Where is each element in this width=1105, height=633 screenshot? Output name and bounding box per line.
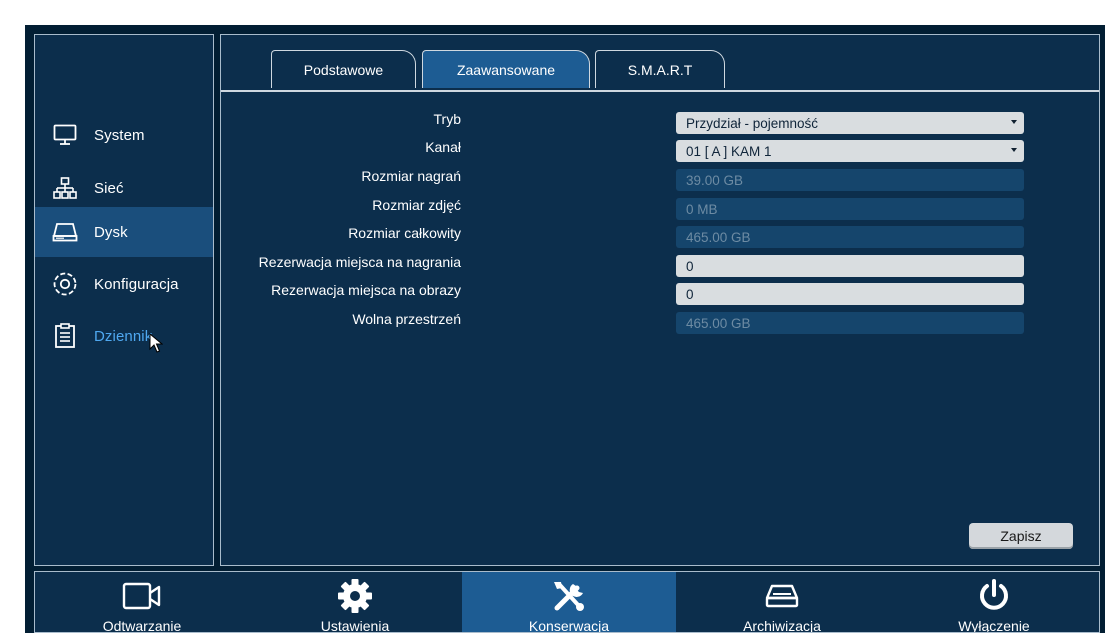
sidebar-item-log[interactable]: Dziennik — [35, 311, 213, 361]
nav-label: Archiwizacja — [743, 618, 821, 633]
chevron-down-icon — [1011, 148, 1017, 152]
nav-label: Wyłączenie — [958, 618, 1030, 633]
picture-size-field: 0 MB — [676, 198, 1024, 220]
recording-size-value: 39.00 GB — [686, 172, 744, 188]
nav-label: Ustawienia — [320, 618, 390, 633]
archive-drive-icon — [765, 578, 799, 614]
bottom-nav-bar: Odtwarzanie Ustawienia Konserwacja Archi… — [34, 571, 1100, 633]
nav-playback[interactable]: Odtwarzanie — [35, 572, 249, 633]
dvr-settings-window: System Sieć Dysk Konfiguracja Dziennik P… — [25, 25, 1105, 633]
total-size-label: Rozmiar całkowity — [348, 225, 461, 241]
monitor-icon — [52, 122, 78, 148]
recording-reserve-input[interactable]: 0 — [676, 255, 1024, 277]
sidebar-item-network[interactable]: Sieć — [35, 163, 213, 213]
mode-label: Tryb — [433, 111, 461, 127]
channel-select[interactable]: 01 [ A ] KAM 1 — [676, 140, 1024, 162]
mode-value: Przydział - pojemność — [686, 115, 819, 131]
free-space-label: Wolna przestrzeń — [352, 311, 461, 327]
picture-reserve-value: 0 — [686, 286, 694, 302]
free-space-field: 465.00 GB — [676, 312, 1024, 334]
tab-bar: Podstawowe Zaawansowane S.M.A.R.T — [221, 35, 1099, 92]
free-space-value: 465.00 GB — [686, 315, 751, 331]
tab-advanced[interactable]: Zaawansowane — [422, 50, 590, 88]
recording-reserve-value: 0 — [686, 258, 694, 274]
sidebar-item-label: Konfiguracja — [94, 275, 179, 293]
sidebar-item-disk[interactable]: Dysk — [35, 207, 213, 257]
total-size-field: 465.00 GB — [676, 226, 1024, 248]
sidebar-item-configuration[interactable]: Konfiguracja — [35, 259, 213, 309]
gear-icon — [337, 578, 373, 614]
tab-smart[interactable]: S.M.A.R.T — [595, 50, 725, 88]
power-icon — [977, 578, 1011, 614]
sidebar-item-system[interactable]: System — [35, 110, 213, 160]
tab-label: Podstawowe — [303, 61, 384, 78]
mode-select[interactable]: Przydział - pojemność — [676, 112, 1024, 134]
tab-basic[interactable]: Podstawowe — [271, 50, 416, 88]
total-size-value: 465.00 GB — [686, 229, 751, 245]
picture-size-label: Rozmiar zdjęć — [372, 197, 461, 213]
tab-label: Zaawansowane — [456, 61, 556, 78]
picture-reserve-input[interactable]: 0 — [676, 283, 1024, 305]
picture-size-value: 0 MB — [686, 201, 718, 217]
sidebar-item-label: Dysk — [94, 223, 128, 241]
recording-reserve-label: Rezerwacja miejsca na nagrania — [258, 254, 461, 270]
recording-size-label: Rozmiar nagrań — [361, 168, 461, 184]
network-icon — [52, 175, 78, 201]
disk-icon — [52, 219, 78, 245]
nav-label: Odtwarzanie — [102, 618, 182, 633]
sidebar-item-label: Dziennik — [94, 327, 153, 345]
sidebar-item-label: System — [94, 126, 145, 144]
tab-divider — [221, 90, 1099, 92]
video-camera-icon — [122, 578, 162, 614]
tools-icon — [549, 578, 589, 614]
recording-size-field: 39.00 GB — [676, 169, 1024, 191]
disk-settings-panel: Podstawowe Zaawansowane S.M.A.R.T Tryb P… — [220, 34, 1100, 566]
nav-archive[interactable]: Archiwizacja — [675, 572, 889, 633]
mouse-cursor-icon — [149, 332, 164, 358]
nav-shutdown[interactable]: Wyłączenie — [887, 572, 1099, 633]
nav-maintenance[interactable]: Konserwacja — [462, 572, 676, 633]
picture-reserve-label: Rezerwacja miejsca na obrazy — [271, 282, 461, 298]
sidebar-item-label: Sieć — [94, 179, 124, 197]
nav-label: Konserwacja — [528, 618, 610, 633]
tab-label: S.M.A.R.T — [627, 61, 693, 78]
channel-label: Kanał — [425, 139, 461, 155]
save-button[interactable]: Zapisz — [969, 523, 1073, 549]
channel-value: 01 [ A ] KAM 1 — [686, 143, 772, 159]
nav-settings[interactable]: Ustawienia — [248, 572, 462, 633]
sidebar: System Sieć Dysk Konfiguracja Dziennik — [34, 34, 214, 566]
chevron-down-icon — [1011, 120, 1017, 124]
gear-outline-icon — [52, 271, 78, 297]
clipboard-icon — [52, 323, 78, 349]
